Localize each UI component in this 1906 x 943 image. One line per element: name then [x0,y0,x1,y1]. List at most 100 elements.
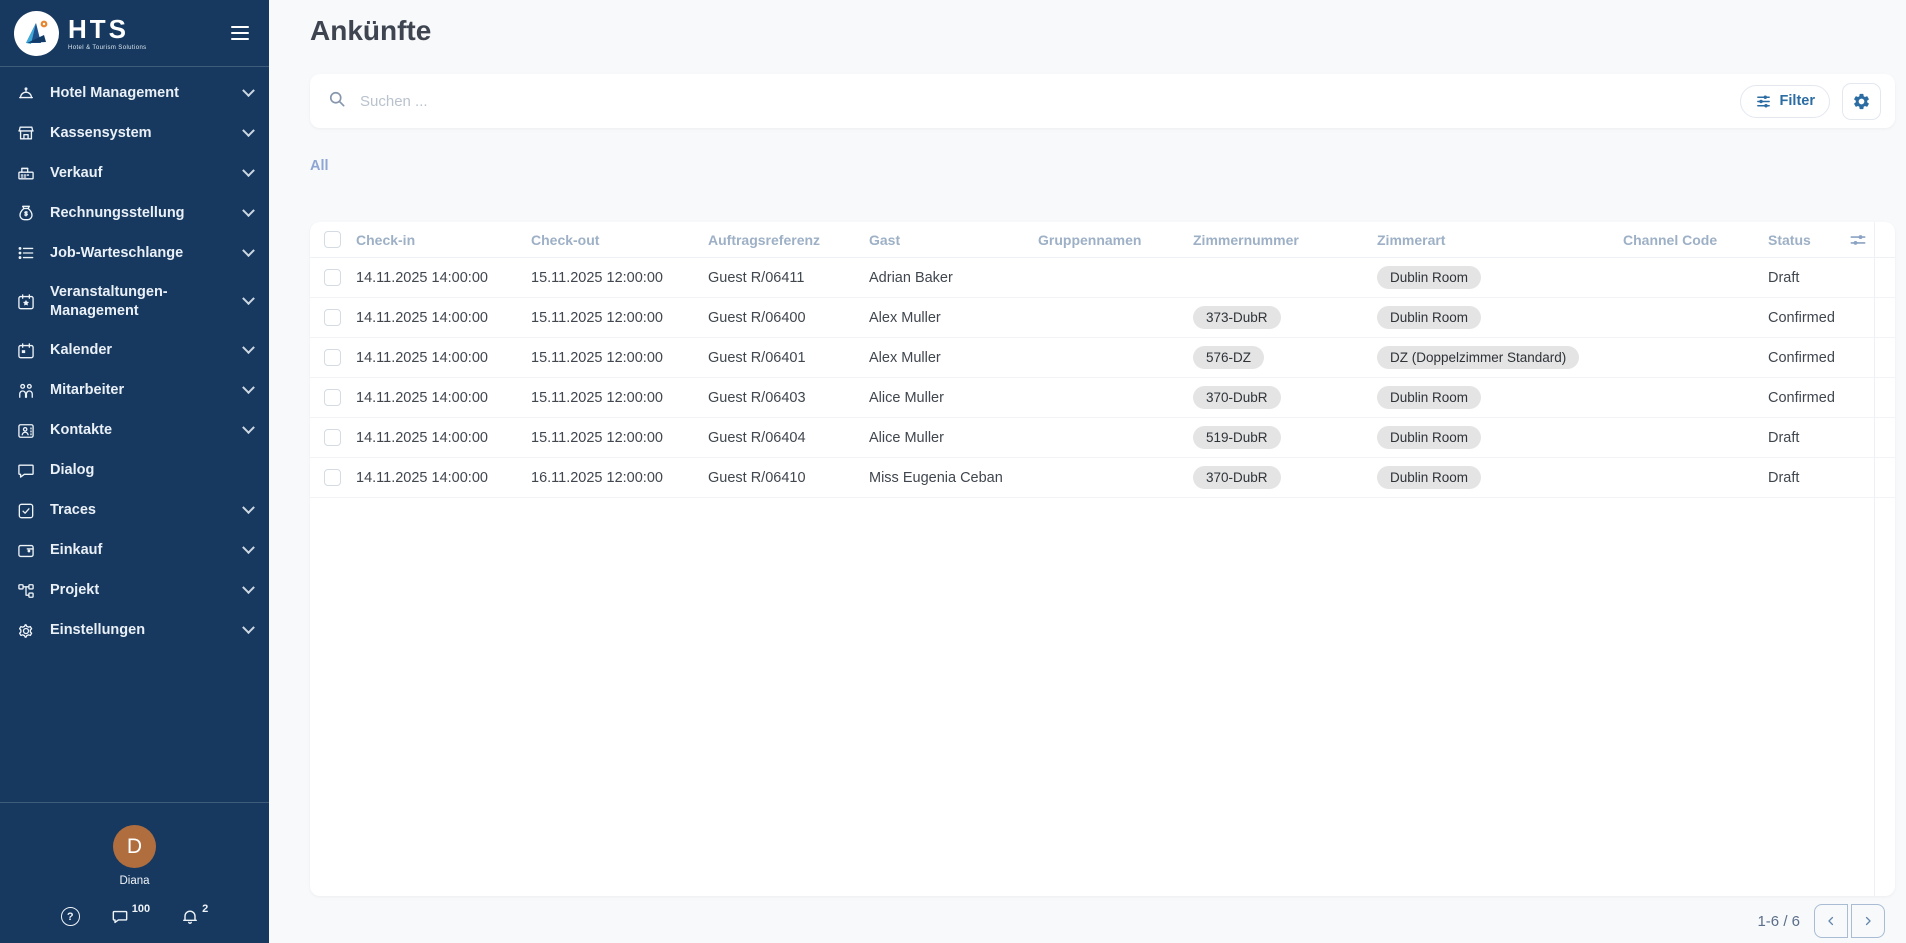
checkbox-icon [16,501,36,521]
cell-status: Draft [1768,430,1848,446]
col-header-status[interactable]: Status [1768,232,1848,248]
row-checkbox[interactable] [324,269,341,286]
cell-gast: Alice Muller [869,390,1038,406]
cloche-icon [16,83,36,103]
sidebar-footer-icons: ? 100 2 [61,907,208,927]
bell-icon[interactable]: 2 [180,907,208,927]
table-body: 14.11.2025 14:00:00 15.11.2025 12:00:00 … [310,258,1895,498]
cell-auftragsreferenz: Guest R/06410 [708,470,869,486]
col-header-check-in[interactable]: Check-in [356,232,531,248]
row-checkbox[interactable] [324,309,341,326]
table-row[interactable]: 14.11.2025 14:00:00 15.11.2025 12:00:00 … [310,378,1895,418]
sidebar-item-dialog[interactable]: Dialog [0,451,269,491]
cell-zimmerart: DZ (Doppelzimmer Standard) [1377,346,1623,370]
col-header-zimmerart[interactable]: Zimmerart [1377,232,1623,248]
chevron-down-icon [242,341,255,354]
sidebar-item-verkauf[interactable]: Verkauf [0,153,269,193]
page-title: Ankünfte [310,15,1895,47]
chevron-down-icon [242,124,255,137]
sidebar-user-section: D Diana ? 100 2 [0,802,269,943]
cell-zimmerart: Dublin Room [1377,266,1623,290]
sidebar-item-mitarbeiter[interactable]: Mitarbeiter [0,371,269,411]
col-header-channel-code[interactable]: Channel Code [1623,232,1768,248]
table-row[interactable]: 14.11.2025 14:00:00 15.11.2025 12:00:00 … [310,418,1895,458]
row-checkbox[interactable] [324,429,341,446]
column-settings-icon[interactable] [1848,230,1875,250]
bell-count-badge: 2 [202,903,208,915]
filter-button-label: Filter [1780,93,1815,109]
sidebar-nav: Hotel Management Kassensystem Verkauf Re… [0,67,269,651]
filter-button[interactable]: Filter [1740,85,1830,118]
sidebar-item-veranstaltungen-management[interactable]: Veranstaltungen-Management [0,273,269,331]
hamburger-menu-icon[interactable] [227,22,253,45]
avatar[interactable]: D [113,825,156,868]
room-type-badge: Dublin Room [1377,306,1481,330]
chevron-down-icon [242,501,255,514]
cell-zimmernummer: 576-DZ [1193,346,1377,370]
chevron-down-icon [242,293,255,306]
chat-icon[interactable]: 100 [110,907,150,927]
tab-all[interactable]: All [310,158,329,174]
next-page-button[interactable] [1851,904,1885,938]
table-row[interactable]: 14.11.2025 14:00:00 15.11.2025 12:00:00 … [310,338,1895,378]
cell-auftragsreferenz: Guest R/06400 [708,310,869,326]
sidebar-item-kassensystem[interactable]: Kassensystem [0,113,269,153]
row-checkbox[interactable] [324,389,341,406]
cash-register-icon [16,163,36,183]
table-row[interactable]: 14.11.2025 14:00:00 16.11.2025 12:00:00 … [310,458,1895,498]
search-input[interactable] [360,93,1740,110]
sidebar-item-label: Einkauf [50,541,102,560]
sidebar-item-einkauf[interactable]: Einkauf [0,531,269,571]
sidebar-item-kalender[interactable]: Kalender [0,331,269,371]
previous-page-button[interactable] [1814,904,1848,938]
col-header-check-out[interactable]: Check-out [531,232,708,248]
select-all-checkbox[interactable] [324,231,341,248]
chevron-down-icon [242,84,255,97]
cell-gast: Alex Muller [869,310,1038,326]
user-name: Diana [119,875,149,887]
row-checkbox[interactable] [324,349,341,366]
sidebar-item-hotel-management[interactable]: Hotel Management [0,73,269,113]
row-select-cell [310,389,356,406]
chat-bubble-icon [16,461,36,481]
cell-gast: Adrian Baker [869,270,1038,286]
sidebar-item-job-warteschlange[interactable]: Job-Warteschlange [0,233,269,273]
chevron-down-icon [242,164,255,177]
col-header-gruppennamen[interactable]: Gruppennamen [1038,232,1193,248]
sidebar-item-projekt[interactable]: Projekt [0,571,269,611]
chevron-right-icon [1861,914,1875,928]
chevron-down-icon [242,204,255,217]
row-select-cell [310,309,356,326]
chevron-down-icon [242,621,255,634]
sidebar-item-kontakte[interactable]: Kontakte [0,411,269,451]
row-select-cell [310,269,356,286]
sidebar-item-label: Einstellungen [50,621,145,640]
room-number-badge: 370-DubR [1193,466,1281,490]
col-header-auftragsreferenz[interactable]: Auftragsreferenz [708,232,869,248]
sidebar-item-traces[interactable]: Traces [0,491,269,531]
sidebar-item-label: Projekt [50,581,99,600]
cell-status: Draft [1768,470,1848,486]
chevron-left-icon [1824,914,1838,928]
brand-tagline: Hotel & Tourism Solutions [68,45,147,51]
cell-check-in: 14.11.2025 14:00:00 [356,350,531,366]
col-header-gast[interactable]: Gast [869,232,1038,248]
cell-zimmernummer: 519-DubR [1193,426,1377,450]
sidebar-header: HTS Hotel & Tourism Solutions [0,0,269,66]
sidebar-item-einstellungen[interactable]: Einstellungen [0,611,269,651]
col-header-zimmernummer[interactable]: Zimmernummer [1193,232,1377,248]
sidebar-item-label: Traces [50,501,96,520]
table-row[interactable]: 14.11.2025 14:00:00 15.11.2025 12:00:00 … [310,258,1895,298]
row-checkbox[interactable] [324,469,341,486]
room-number-badge: 576-DZ [1193,346,1264,370]
cell-zimmernummer: 370-DubR [1193,386,1377,410]
settings-gear-button[interactable] [1842,83,1881,120]
hts-logo-icon [14,11,59,56]
help-icon[interactable]: ? [61,907,80,926]
table-row[interactable]: 14.11.2025 14:00:00 15.11.2025 12:00:00 … [310,298,1895,338]
room-type-badge: Dublin Room [1377,466,1481,490]
sidebar-item-label: Verkauf [50,164,102,183]
sidebar-item-label: Kontakte [50,421,112,440]
chevron-down-icon [242,244,255,257]
sidebar-item-rechnungsstellung[interactable]: Rechnungsstellung [0,193,269,233]
